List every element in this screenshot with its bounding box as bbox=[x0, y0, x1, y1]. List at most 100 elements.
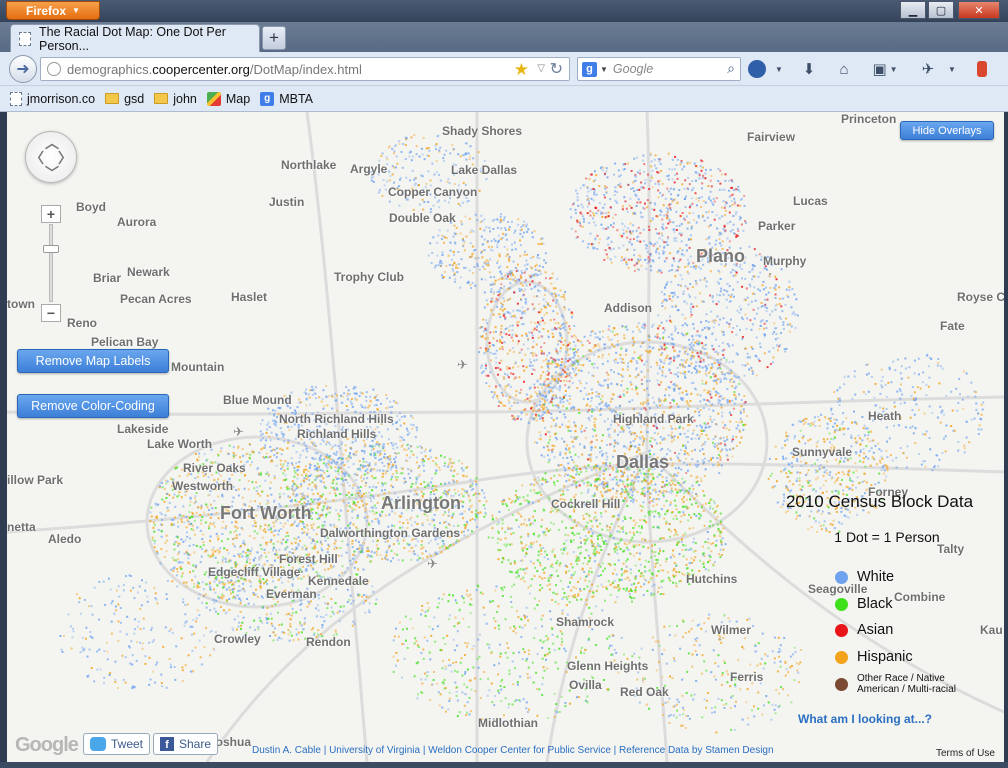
place-label: Lakeside bbox=[117, 422, 169, 436]
legend-dot bbox=[835, 623, 848, 637]
tweet-button[interactable]: Tweet bbox=[83, 733, 151, 755]
place-label: Shamrock bbox=[556, 615, 615, 629]
close-window-button[interactable]: ✕ bbox=[958, 1, 1000, 19]
legend-title: 2010 Census Block Data bbox=[785, 492, 974, 511]
tab-racial-dot-map[interactable]: The Racial Dot Map: One Dot Per Person..… bbox=[10, 24, 260, 53]
url-text[interactable]: demographics.coopercenter.org/DotMap/ind… bbox=[67, 62, 362, 77]
place-label: Double Oak bbox=[389, 211, 456, 225]
place-label: Ovilla bbox=[569, 678, 602, 692]
bookmark-folder-john[interactable]: john bbox=[154, 92, 197, 106]
airport-icon: ✈ bbox=[233, 424, 244, 439]
place-label: Edgecliff Village bbox=[208, 565, 301, 579]
facebook-icon: f bbox=[160, 737, 174, 751]
place-label: Dallas bbox=[616, 452, 670, 472]
place-label: Fairview bbox=[747, 130, 796, 144]
window-frame-right bbox=[1004, 112, 1008, 762]
search-placeholder[interactable]: Google bbox=[613, 62, 653, 76]
chevron-down-icon: ▼ bbox=[72, 6, 80, 15]
credit-links[interactable]: Dustin A. Cable | University of Virginia… bbox=[252, 745, 774, 756]
hide-overlays-button[interactable]: Hide Overlays bbox=[900, 121, 994, 140]
legend-item-asian: Asian bbox=[835, 622, 893, 638]
firefox-menu-button[interactable]: Firefox ▼ bbox=[6, 1, 100, 20]
place-label: Red Oak bbox=[620, 685, 669, 699]
google-icon: g bbox=[260, 91, 275, 106]
what-am-i-looking-at-link[interactable]: What am I looking at...? bbox=[798, 712, 932, 726]
zoom-slider-handle[interactable] bbox=[43, 245, 59, 253]
place-label: Plano bbox=[696, 246, 746, 266]
extension-bottle-icon[interactable] bbox=[972, 59, 992, 79]
maximize-button[interactable]: ▢ bbox=[928, 1, 954, 19]
legend-dot bbox=[835, 570, 848, 584]
magnifier-icon[interactable]: ⌕ bbox=[727, 60, 735, 77]
place-label: Richland Hills bbox=[297, 427, 377, 441]
place-label: Dalworthington Gardens bbox=[320, 526, 461, 540]
bookmark-folder-gsd[interactable]: gsd bbox=[105, 92, 144, 106]
place-label: Lake Dallas bbox=[451, 163, 518, 177]
place-label: Briar bbox=[93, 271, 122, 285]
legend-subtitle: 1 Dot = 1 Person bbox=[834, 529, 940, 545]
pan-control[interactable]: ︿ ﹀ 〈 〉 bbox=[25, 131, 77, 183]
chevron-down-icon[interactable]: ▼ bbox=[600, 65, 608, 74]
new-tab-button[interactable]: + bbox=[262, 26, 286, 50]
place-label: North Richland Hills bbox=[279, 412, 394, 426]
place-label: Westworth bbox=[172, 479, 234, 493]
chevron-down-icon[interactable]: ▼ bbox=[772, 59, 786, 79]
google-icon[interactable]: g bbox=[582, 61, 597, 77]
search-bar[interactable]: g ▼ Google ⌕ bbox=[577, 57, 741, 81]
place-label: Newark bbox=[127, 265, 170, 279]
remove-color-coding-button[interactable]: Remove Color-Coding bbox=[17, 394, 169, 418]
legend-item-white: White bbox=[835, 569, 894, 585]
page-icon bbox=[19, 31, 31, 46]
bookmark-jmorrison[interactable]: jmorrison.co bbox=[10, 91, 95, 106]
bookmarks-toolbar: jmorrison.co gsd john Map g MBTA bbox=[0, 86, 1008, 112]
place-label: Hutchins bbox=[686, 572, 738, 586]
bookmark-map[interactable]: Map bbox=[206, 91, 250, 106]
place-label: Mountain bbox=[171, 360, 225, 374]
terms-of-use-link[interactable]: Terms of Use bbox=[936, 748, 995, 759]
zoom-slider-track[interactable] bbox=[49, 224, 53, 302]
place-label: Fate bbox=[940, 319, 965, 333]
legend-dot bbox=[835, 677, 848, 691]
place-label: Kau bbox=[980, 623, 1003, 637]
place-label: Pecan Acres bbox=[120, 292, 192, 306]
dot-map-viewport[interactable]: Shady Shores Fairview Princeton Northlak… bbox=[7, 112, 1004, 762]
addon-icon[interactable] bbox=[746, 59, 768, 79]
folder-icon bbox=[154, 93, 169, 104]
place-label: Midlothian bbox=[478, 716, 538, 730]
place-label: Justin bbox=[269, 195, 305, 209]
navigation-toolbar: ➜ demographics.coopercenter.org/DotMap/i… bbox=[0, 52, 1008, 86]
share-button[interactable]: f Share bbox=[153, 733, 219, 755]
place-label: Kennedale bbox=[308, 574, 369, 588]
place-label: Pelican Bay bbox=[91, 335, 159, 349]
place-label: Boyd bbox=[76, 200, 106, 214]
place-label: River Oaks bbox=[183, 461, 246, 475]
minimize-button[interactable]: ▁ bbox=[900, 1, 926, 19]
pan-left-icon[interactable]: 〈 bbox=[30, 148, 44, 168]
reload-icon[interactable]: ↻ bbox=[550, 59, 563, 79]
legend-dot bbox=[835, 650, 848, 664]
pan-up-icon[interactable]: ︿ bbox=[45, 133, 59, 153]
bookmark-star-icon[interactable]: ★ bbox=[514, 60, 529, 80]
place-label: Shady Shores bbox=[442, 124, 523, 138]
place-label: Northlake bbox=[281, 158, 337, 172]
extension-icon[interactable]: ✈ bbox=[915, 59, 941, 79]
zoom-out-button[interactable]: − bbox=[41, 304, 61, 322]
place-label: Everman bbox=[266, 587, 317, 601]
history-dropdown-icon[interactable]: ▽ bbox=[537, 63, 545, 74]
place-label: Blue Mound bbox=[223, 393, 292, 407]
place-label: Reno bbox=[67, 316, 97, 330]
place-label: Glenn Heights bbox=[567, 659, 649, 673]
remove-map-labels-button[interactable]: Remove Map Labels bbox=[17, 349, 169, 373]
place-label: Forest Hill bbox=[279, 552, 338, 566]
chevron-down-icon[interactable]: ▼ bbox=[945, 59, 959, 79]
bookmark-mbta[interactable]: g MBTA bbox=[260, 91, 313, 106]
bookmarks-menu-icon[interactable]: ▣ ▼ bbox=[868, 59, 902, 79]
pan-down-icon[interactable]: ﹀ bbox=[45, 163, 59, 183]
zoom-in-button[interactable]: + bbox=[41, 205, 61, 223]
home-icon[interactable]: ⌂ bbox=[833, 59, 855, 79]
pan-right-icon[interactable]: 〉 bbox=[58, 148, 72, 168]
url-bar[interactable]: demographics.coopercenter.org/DotMap/ind… bbox=[40, 57, 570, 81]
place-label: Combine bbox=[894, 590, 946, 604]
download-icon[interactable]: ⬇ bbox=[798, 59, 820, 79]
back-button[interactable]: ➜ bbox=[9, 55, 37, 83]
